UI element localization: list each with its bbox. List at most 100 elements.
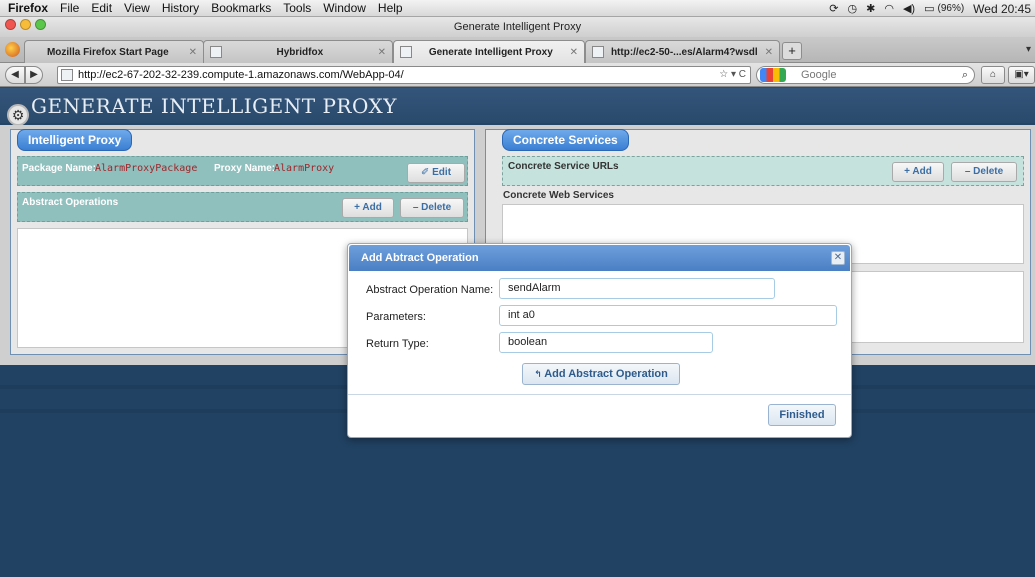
battery-percent: (96%) [937, 3, 965, 14]
menu-history[interactable]: History [156, 1, 205, 15]
delete-url-button[interactable]: – Delete [951, 162, 1017, 182]
minus-icon: – [412, 202, 422, 213]
tab-firefox-start[interactable]: Mozilla Firefox Start Page ✕ [24, 40, 204, 63]
parameters-label: Parameters: [366, 311, 426, 323]
proxy-info-box: Package Name: AlarmProxyPackage Proxy Na… [17, 156, 468, 186]
back-button[interactable]: ◀ [5, 66, 25, 84]
bluetooth-icon[interactable]: ✱ [866, 2, 875, 15]
gear-icon: ⚙ [7, 104, 29, 126]
close-window-button[interactable] [5, 19, 16, 30]
add-label: Add [912, 166, 932, 177]
google-icon[interactable] [760, 68, 786, 82]
tab-label: Hybridfox [276, 46, 324, 58]
close-tab-icon[interactable]: ✕ [765, 47, 773, 58]
operation-name-label: Abstract Operation Name: [366, 284, 494, 296]
add-label: Add [362, 202, 382, 213]
bookmark-star-icon[interactable]: ☆ ▾ C [719, 67, 746, 83]
close-tab-icon[interactable]: ✕ [378, 47, 386, 58]
clock[interactable]: Wed 20:45 [973, 2, 1031, 16]
wifi-icon[interactable]: ◠ [884, 2, 894, 15]
tab-wsdl[interactable]: http://ec2-50-...es/Alarm4?wsdl ✕ [585, 40, 780, 63]
menu-edit[interactable]: Edit [85, 1, 118, 15]
tab-label: Generate Intelligent Proxy [428, 46, 553, 58]
abstract-operations-box: Abstract Operations + Add – Delete [17, 192, 468, 222]
intelligent-proxy-title: Intelligent Proxy [17, 129, 133, 151]
dialog-divider [348, 394, 851, 395]
sync-icon[interactable]: ⟳ [829, 2, 838, 15]
page-icon [210, 46, 222, 58]
menu-view[interactable]: View [118, 1, 156, 15]
concrete-service-urls-box: Concrete Service URLs + Add – Delete [502, 156, 1024, 186]
menu-help[interactable]: Help [372, 1, 409, 15]
time-machine-icon[interactable]: ◷ [848, 2, 858, 15]
tab-list-icon[interactable]: ▾ [1026, 44, 1031, 55]
minimize-window-button[interactable] [20, 19, 31, 30]
tab-generate-intelligent-proxy[interactable]: Generate Intelligent Proxy ✕ [393, 40, 585, 63]
menu-window[interactable]: Window [317, 1, 372, 15]
menu-tools[interactable]: Tools [277, 1, 317, 15]
delete-operation-button[interactable]: – Delete [400, 198, 464, 218]
battery-icon[interactable]: ▭ [924, 2, 934, 15]
status-area: ⟳ ◷ ✱ ◠ ◀) ▭ (96%) Wed 20:45 [829, 0, 1031, 17]
dialog-header: Add Abtract Operation ✕ [349, 245, 850, 271]
menu-app-firefox[interactable]: Firefox [0, 1, 54, 15]
tab-label: http://ec2-50-...es/Alarm4?wsdl [610, 46, 758, 58]
search-icon[interactable]: ⌕ [962, 67, 968, 83]
close-tab-icon[interactable]: ✕ [189, 47, 197, 58]
operation-name-input[interactable]: sendAlarm [499, 278, 775, 299]
volume-icon[interactable]: ◀) [903, 2, 915, 15]
forward-button[interactable]: ▶ [25, 66, 43, 84]
return-type-input[interactable]: boolean [499, 332, 713, 353]
add-operation-button[interactable]: + Add [342, 198, 394, 218]
delete-label: Delete [421, 202, 452, 213]
add-abstract-operation-dialog: Add Abtract Operation ✕ Abstract Operati… [347, 243, 852, 438]
package-name-label: Package Name: [22, 163, 96, 174]
page-title: GENERATE INTELLIGENT PROXY [31, 94, 397, 118]
return-type-label: Return Type: [366, 338, 429, 350]
zoom-window-button[interactable] [35, 19, 46, 30]
abstract-operations-label: Abstract Operations [22, 197, 119, 208]
proxy-name-label: Proxy Name: [214, 163, 276, 174]
minus-icon: – [964, 166, 974, 177]
url-bar[interactable]: http://ec2-67-202-32-239.compute-1.amazo… [57, 66, 751, 84]
tab-bar: Mozilla Firefox Start Page ✕ Hybridfox ✕… [0, 37, 1035, 63]
edit-icon: ✐ [420, 167, 433, 178]
page-icon [400, 46, 412, 58]
menu-bookmarks[interactable]: Bookmarks [205, 1, 277, 15]
url-text: http://ec2-67-202-32-239.compute-1.amazo… [78, 69, 404, 81]
firefox-icon[interactable] [5, 42, 20, 57]
concrete-services-title: Concrete Services [502, 129, 629, 151]
page-icon [592, 46, 604, 58]
package-name-value: AlarmProxyPackage [95, 163, 198, 174]
tab-label: Mozilla Firefox Start Page [46, 46, 169, 58]
search-placeholder: Google [801, 69, 837, 81]
proxy-name-value: AlarmProxy [274, 163, 335, 174]
site-icon [61, 69, 73, 81]
finished-button[interactable]: Finished [768, 404, 836, 426]
dialog-title: Add Abtract Operation [361, 252, 479, 264]
close-tab-icon[interactable]: ✕ [570, 47, 578, 58]
parameters-input[interactable]: int a0 [499, 305, 837, 326]
home-button[interactable]: ⌂ [981, 66, 1005, 84]
add-arrow-icon: ↰ [534, 369, 545, 379]
edit-label: Edit [432, 167, 452, 178]
concrete-service-urls-label: Concrete Service URLs [508, 161, 619, 172]
app-header: ⚙ GENERATE INTELLIGENT PROXY [0, 88, 1035, 126]
window-titlebar: Generate Intelligent Proxy [0, 17, 1035, 37]
tab-hybridfox[interactable]: Hybridfox ✕ [203, 40, 393, 63]
search-input[interactable]: Google ⌕ [756, 66, 975, 84]
new-tab-button[interactable]: + [782, 42, 802, 60]
navigation-bar: ◀ ▶ http://ec2-67-202-32-239.compute-1.a… [0, 63, 1035, 87]
window-title: Generate Intelligent Proxy [453, 21, 582, 33]
edit-button[interactable]: ✐ Edit [407, 163, 465, 183]
delete-label: Delete [973, 166, 1004, 177]
add-url-button[interactable]: + Add [892, 162, 944, 182]
menu-bar: Firefox File Edit View History Bookmarks… [0, 0, 1035, 17]
window-controls [5, 19, 46, 30]
add-abstract-operation-button[interactable]: ↰ Add Abstract Operation [522, 363, 680, 385]
menu-file[interactable]: File [54, 1, 85, 15]
close-dialog-button[interactable]: ✕ [831, 251, 845, 265]
toolbar-menu-button[interactable]: ▣▾ [1008, 66, 1035, 84]
concrete-web-services-label: Concrete Web Services [503, 190, 614, 201]
add-abstract-operation-label: Add Abstract Operation [544, 368, 668, 380]
